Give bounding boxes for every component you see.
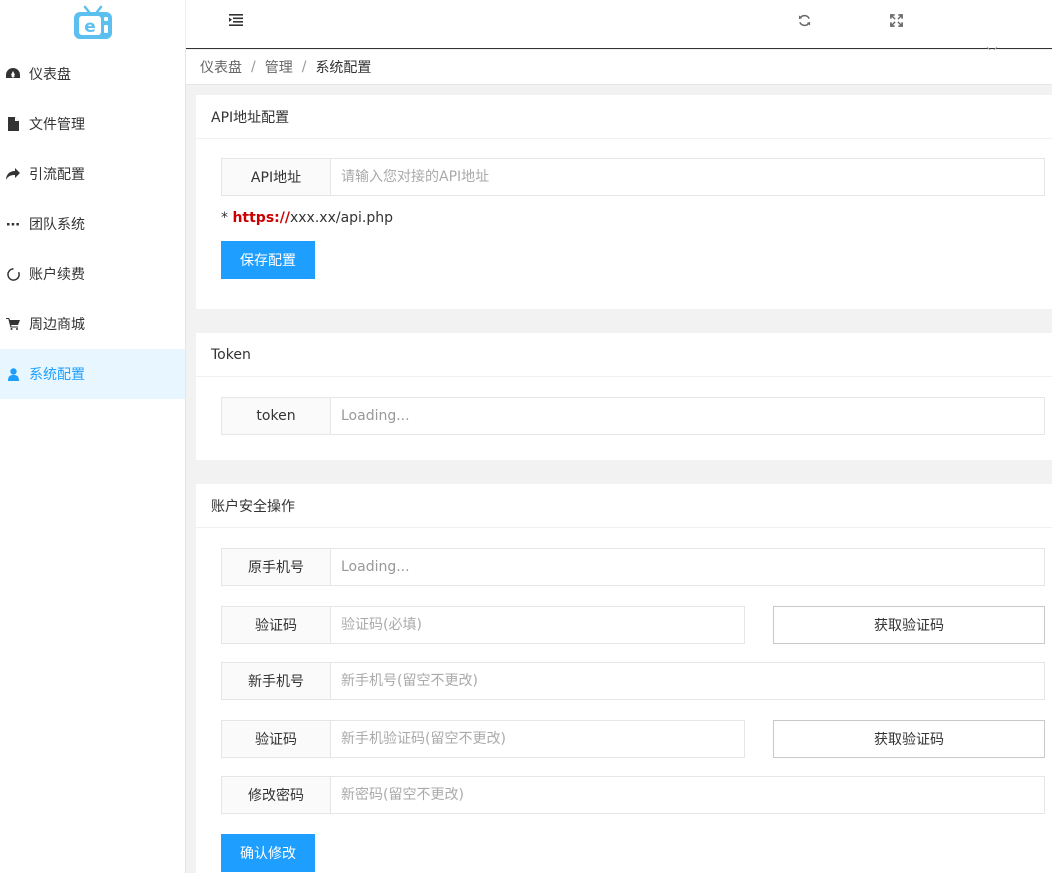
new-phone-row: 新手机号 <box>221 662 1045 700</box>
share-icon <box>6 167 20 181</box>
api-address-label: API地址 <box>221 158 331 196</box>
card-title: 账户安全操作 <box>196 484 1052 528</box>
sidebar-item-label: 账户续费 <box>29 267 85 283</box>
sidebar-item-label: 文件管理 <box>29 117 85 133</box>
hint-star: * <box>221 210 233 226</box>
sidebar-item-dashboard[interactable]: 仪表盘 <box>0 49 185 99</box>
breadcrumb-separator: / <box>251 59 256 75</box>
sidebar-item-label: 周边商城 <box>29 317 85 333</box>
breadcrumb-item-dashboard[interactable]: 仪表盘 <box>200 57 242 77</box>
svg-text:e: e <box>84 17 96 37</box>
new-phone-code-label: 验证码 <box>221 720 331 758</box>
sidebar-item-files[interactable]: 文件管理 <box>0 99 185 149</box>
new-phone-input[interactable] <box>331 662 1045 700</box>
original-phone-label: 原手机号 <box>221 548 331 586</box>
tv-logo-icon[interactable]: e <box>72 5 114 45</box>
sidebar-item-label: 引流配置 <box>29 167 85 183</box>
new-phone-code-row: 验证码 <box>221 720 745 758</box>
confirm-change-button[interactable]: 确认修改 <box>221 834 315 872</box>
token-label: token <box>221 397 331 435</box>
new-password-input[interactable] <box>331 776 1045 814</box>
token-card: Token token <box>196 333 1052 460</box>
sidebar-item-shop[interactable]: 周边商城 <box>0 299 185 349</box>
card-title: Token <box>196 333 1052 377</box>
verify-code-row: 验证码 <box>221 606 745 644</box>
get-new-phone-code-button[interactable]: 获取验证码 <box>773 720 1045 758</box>
refresh-icon[interactable] <box>794 11 814 29</box>
save-config-button[interactable]: 保存配置 <box>221 241 315 279</box>
loop-icon <box>6 267 20 281</box>
dots-icon <box>6 217 20 231</box>
sidebar-item-traffic[interactable]: 引流配置 <box>0 149 185 199</box>
api-address-input[interactable] <box>331 158 1045 196</box>
user-icon <box>6 367 20 381</box>
sidebar-item-renewal[interactable]: 账户续费 <box>0 249 185 299</box>
account-security-card: 账户安全操作 原手机号 验证码 获取验证码 新手机号 验证码 获取验证码 修改密… <box>196 484 1052 873</box>
api-address-row: API地址 <box>221 158 1045 196</box>
breadcrumb-separator: / <box>301 59 307 75</box>
cart-icon <box>6 317 20 331</box>
card-title: API地址配置 <box>196 95 1052 139</box>
get-verify-code-button[interactable]: 获取验证码 <box>773 606 1045 644</box>
api-config-card: API地址配置 API地址 * https://xxx.xx/api.php 保… <box>196 95 1052 309</box>
verify-code-label: 验证码 <box>221 606 331 644</box>
sidebar-item-label: 团队系统 <box>29 217 85 233</box>
original-phone-input[interactable] <box>331 548 1045 586</box>
breadcrumb-item-manage[interactable]: 管理 <box>265 57 293 77</box>
change-password-row: 修改密码 <box>221 776 1045 814</box>
sidebar-item-team[interactable]: 团队系统 <box>0 199 185 249</box>
dashboard-icon <box>6 67 20 81</box>
top-header <box>186 0 1052 53</box>
original-phone-row: 原手机号 <box>221 548 1045 586</box>
change-password-label: 修改密码 <box>221 776 331 814</box>
token-row: token <box>221 397 1045 435</box>
sidebar-item-system-config[interactable]: 系统配置 <box>0 349 185 399</box>
hint-rest: xxx.xx/api.php <box>289 210 394 226</box>
api-hint: * https://xxx.xx/api.php <box>221 210 393 226</box>
indent-menu-icon[interactable] <box>226 11 246 29</box>
hint-scheme: https:// <box>232 210 290 226</box>
sidebar-item-label: 系统配置 <box>29 367 85 383</box>
new-phone-code-input[interactable] <box>331 720 745 758</box>
sidebar-item-label: 仪表盘 <box>29 67 71 83</box>
token-input[interactable] <box>331 397 1045 435</box>
logo-area: e <box>0 0 186 49</box>
breadcrumb-item-current: 系统配置 <box>315 60 372 76</box>
file-icon <box>6 117 20 131</box>
sidebar: 仪表盘 文件管理 引流配置 团队系统 账户续费 周边商城 系统配置 <box>0 49 186 873</box>
verify-code-input[interactable] <box>331 606 745 644</box>
breadcrumb: 仪表盘 / 管理 / 系统配置 <box>186 50 1052 85</box>
new-phone-label: 新手机号 <box>221 662 331 700</box>
fullscreen-icon[interactable] <box>886 11 906 29</box>
